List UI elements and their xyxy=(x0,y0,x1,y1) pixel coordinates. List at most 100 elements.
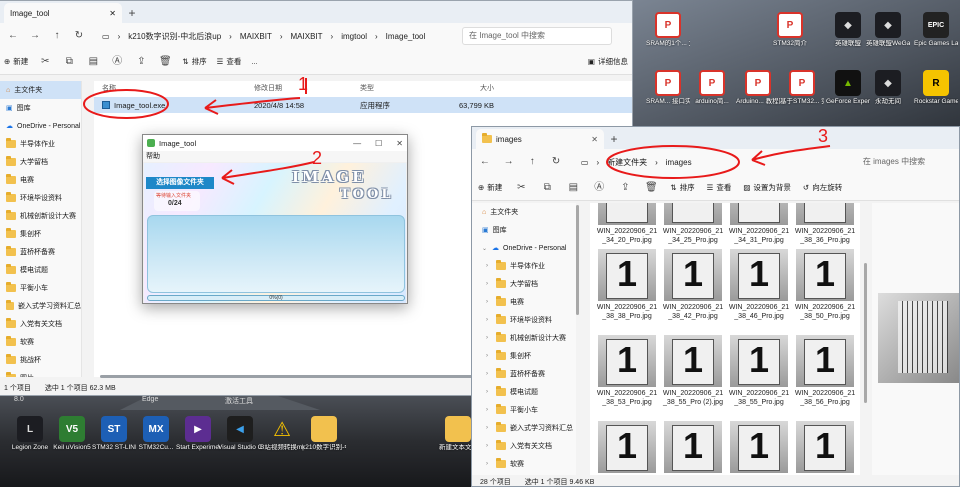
chevron-right-icon[interactable]: › xyxy=(486,389,492,395)
delete-icon[interactable]: 🗑 xyxy=(644,181,658,195)
desktop-shortcut[interactable]: EPIC Epic Games Launcher xyxy=(914,12,958,56)
desktop-shortcut[interactable]: k210数字识别-中北后浪up xyxy=(302,416,346,460)
sidebar-item[interactable]: › 环境毕设资料 xyxy=(472,311,576,329)
new-tab-button[interactable]: + xyxy=(122,3,142,23)
desktop-shortcut[interactable]: P SRAM的1个... 文档书写... xyxy=(646,12,690,56)
new-button[interactable]: ⊕ 新建 xyxy=(4,56,28,67)
minimize-icon[interactable]: — xyxy=(353,139,361,148)
sidebar-item[interactable]: 图片 xyxy=(0,369,81,377)
content-scrollbar[interactable] xyxy=(864,203,868,475)
file-thumbnail[interactable]: 1 WIN_20220906_21_38_55_Pro.jpg xyxy=(728,335,790,407)
sidebar-item[interactable]: ⌄ ☁ OneDrive - Personal xyxy=(472,239,576,257)
cut-icon[interactable]: ✂ xyxy=(38,55,52,69)
sidebar-item[interactable]: 环境毕设资料 xyxy=(0,189,81,207)
chevron-right-icon[interactable]: › xyxy=(486,461,492,467)
file-thumbnail[interactable]: 1 WIN_20220906_21_38_42_Pro.jpg xyxy=(662,249,724,321)
column-header-name[interactable]: 名称 xyxy=(94,83,254,93)
sidebar-item[interactable]: › 电赛 xyxy=(472,293,576,311)
sidebar-item[interactable]: › 机械创新设计大赛 xyxy=(472,329,576,347)
share-icon[interactable]: ⇪ xyxy=(618,181,632,195)
tab-image-tool[interactable]: Image_tool ✕ xyxy=(4,3,122,23)
column-header-size[interactable]: 大小 xyxy=(434,83,494,93)
column-header-type[interactable]: 类型 xyxy=(360,83,434,93)
sidebar-item[interactable]: 入党有关文档 xyxy=(0,315,81,333)
breadcrumb-item[interactable]: k210数字识别-中北后浪up xyxy=(128,31,221,42)
sidebar-item[interactable]: 软赛 xyxy=(0,333,81,351)
sidebar-item[interactable]: › 集创杯 xyxy=(472,347,576,365)
sidebar-item[interactable]: ▣ 图库 xyxy=(0,99,81,117)
chevron-right-icon[interactable]: › xyxy=(486,281,492,287)
select-folder-button[interactable]: 选择图像文件夹 xyxy=(146,177,214,189)
sidebar-item[interactable]: 机械创新设计大赛 xyxy=(0,207,81,225)
file-thumbnail[interactable]: 1 xyxy=(794,421,856,475)
copy-icon[interactable]: ⧉ xyxy=(62,55,76,69)
horizontal-scrollbar[interactable] xyxy=(100,375,480,378)
breadcrumb[interactable]: ▭ › 新建文件夹 › images xyxy=(573,153,853,171)
new-tab-button[interactable]: + xyxy=(604,129,624,149)
sidebar-item[interactable]: › 平衡小车 xyxy=(472,401,576,419)
sidebar-item[interactable]: 半导体作业 xyxy=(0,135,81,153)
file-thumbnail[interactable]: 1 WIN_20220906_21_38_53_Pro.jpg xyxy=(596,335,658,407)
new-button[interactable]: ⊕ 新建 xyxy=(478,182,502,193)
desktop-shortcut[interactable]: R Rockstar Games... xyxy=(914,70,958,114)
back-arrow-icon[interactable]: ← xyxy=(6,29,20,43)
file-thumbnail[interactable]: 1 xyxy=(662,421,724,475)
view-button[interactable]: ☰ 查看 xyxy=(707,182,732,193)
sidebar-item[interactable]: 电赛 xyxy=(0,171,81,189)
file-thumbnail[interactable]: 1 WIN_20220906_21_38_56_Pro.jpg xyxy=(794,335,856,407)
paste-icon[interactable]: ▤ xyxy=(86,55,100,69)
desktop-shortcut[interactable]: P 基于STM32... 实验... xyxy=(780,70,824,114)
chevron-right-icon[interactable]: › xyxy=(486,335,492,341)
desktop-shortcut[interactable]: ◆ 永劫无间 xyxy=(866,70,910,114)
details-button[interactable]: ▣ 详细信息 xyxy=(588,56,628,67)
more-button[interactable]: ... xyxy=(251,57,257,66)
chevron-right-icon[interactable]: › xyxy=(486,407,492,413)
chevron-down-icon[interactable]: ⌄ xyxy=(482,245,488,252)
file-thumbnail[interactable]: 1 xyxy=(728,421,790,475)
back-arrow-icon[interactable]: ← xyxy=(478,155,492,169)
breadcrumb-item[interactable]: MAIXBIT xyxy=(240,32,272,41)
chevron-right-icon[interactable]: › xyxy=(486,263,492,269)
desktop-shortcut[interactable]: ◀ Visual Studio Code xyxy=(218,416,262,460)
chevron-right-icon[interactable]: › xyxy=(486,353,492,359)
sidebar-item[interactable]: 大学留档 xyxy=(0,153,81,171)
breadcrumb-item[interactable]: Image_tool xyxy=(386,32,426,41)
file-row[interactable]: Image_tool.exe 2020/4/8 14:58 应用程序 63,79… xyxy=(94,97,632,113)
desktop-shortcut[interactable]: V5 Keil uVision5 xyxy=(50,416,94,460)
sidebar-item[interactable]: ☁ OneDrive - Personal xyxy=(0,117,81,135)
chevron-right-icon[interactable]: › xyxy=(486,317,492,323)
sidebar-scrollbar[interactable] xyxy=(576,203,580,475)
sidebar-item[interactable]: 集创杯 xyxy=(0,225,81,243)
view-button[interactable]: ☰ 查看 xyxy=(217,56,242,67)
desktop-shortcut[interactable]: ⚠ B站视频转换mp4软件 xyxy=(260,416,304,460)
sidebar-item[interactable]: › 嵌入式学习资料汇总 xyxy=(472,419,576,437)
desktop-shortcut[interactable]: Parduino简... xyxy=(690,70,734,114)
menu-help[interactable]: 帮助 xyxy=(143,151,407,162)
set-background-button[interactable]: ▨ 设置为背景 xyxy=(743,182,791,193)
cut-icon[interactable]: ✂ xyxy=(514,181,528,195)
log-textarea[interactable] xyxy=(147,215,405,293)
desktop-shortcut[interactable]: MX STM32Cu... xyxy=(134,416,178,460)
desktop-shortcut[interactable]: L Legion Zone xyxy=(8,416,52,460)
sort-button[interactable]: ⇅ 排序 xyxy=(670,182,694,193)
desktop-shortcut[interactable]: ▶ Start Experimen... xyxy=(176,416,220,460)
close-icon[interactable]: ✕ xyxy=(109,9,116,18)
file-thumbnail[interactable]: WIN_20220906_21_38_36_Pro.jpg xyxy=(794,203,856,245)
desktop-shortcut[interactable]: P Arduino... 教程附录... xyxy=(736,70,780,114)
breadcrumb-item[interactable]: 新建文件夹 xyxy=(607,157,647,168)
sidebar-item[interactable]: 模电试题 xyxy=(0,261,81,279)
search-input[interactable]: 在 images 中搜索 xyxy=(863,153,953,171)
rotate-left-button[interactable]: ↺ 向左旋转 xyxy=(803,182,842,193)
sidebar-item[interactable]: › 半导体作业 xyxy=(472,257,576,275)
breadcrumb-item[interactable]: MAIXBIT xyxy=(291,32,323,41)
chevron-right-icon[interactable]: › xyxy=(486,299,492,305)
sidebar-item[interactable]: ⌂ 主文件夹 xyxy=(472,203,576,221)
desktop-shortcut[interactable]: ◆ 英雄联盟WeGame版 xyxy=(866,12,910,56)
refresh-icon[interactable]: ↻ xyxy=(549,155,563,169)
sidebar-item[interactable]: ▣ 图库 xyxy=(472,221,576,239)
sidebar-item[interactable]: 平衡小车 xyxy=(0,279,81,297)
sort-button[interactable]: ⇅ 排序 xyxy=(182,56,206,67)
sidebar-item[interactable]: › 软赛 xyxy=(472,455,576,473)
tab-images[interactable]: images ✕ xyxy=(476,129,604,149)
desktop-shortcut[interactable]: ST STM32 ST-LINK U... xyxy=(92,416,136,460)
